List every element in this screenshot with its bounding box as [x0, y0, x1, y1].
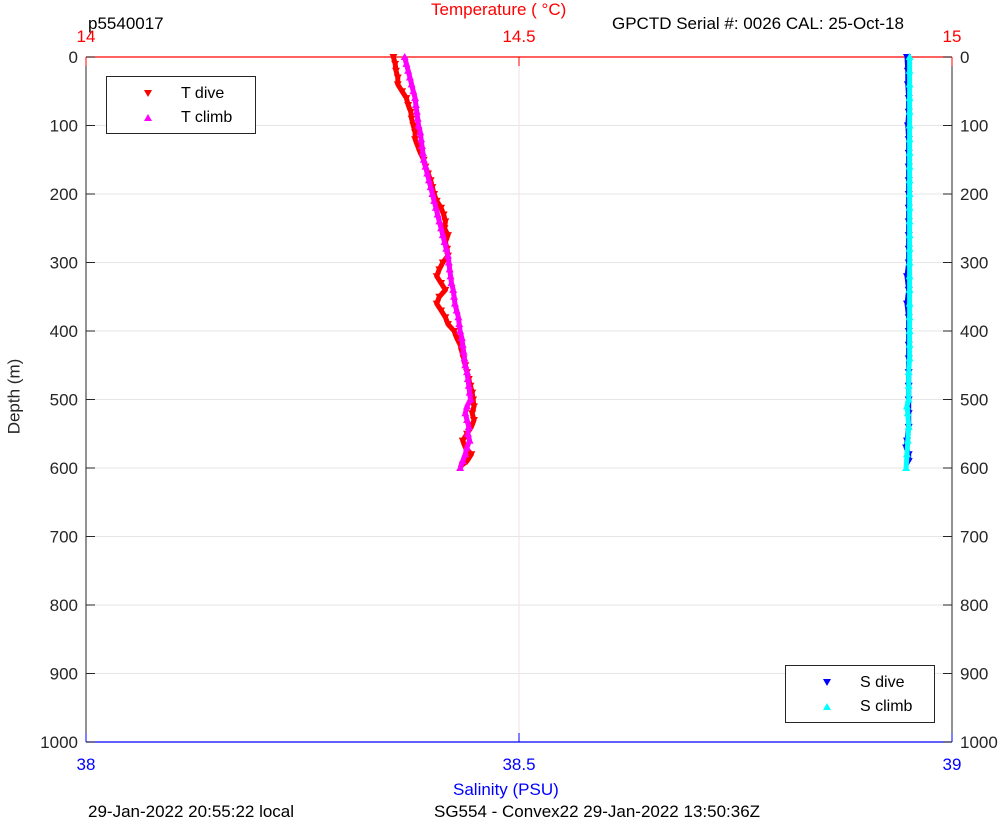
depth-axis-label: Depth (m)	[4, 358, 24, 435]
depth-tick-label-left-100: 100	[50, 117, 78, 136]
depth-tick-label-right-1000: 1000	[960, 733, 998, 752]
temperature-axis-label: Temperature ( °C)	[431, 0, 567, 19]
legend-label-t-dive: T dive	[181, 85, 225, 102]
depth-tick-label-left-700: 700	[50, 528, 78, 547]
temperature-legend: T dive T climb	[106, 76, 256, 134]
depth-tick-label-right-400: 400	[960, 322, 988, 341]
depth-tick-label-right-100: 100	[960, 117, 988, 136]
profile-id: p5540017	[88, 14, 164, 33]
legend-entry-t-dive: T dive	[107, 81, 255, 105]
depth-tick-label-right-300: 300	[960, 254, 988, 273]
legend-label-s-dive: S dive	[860, 674, 905, 691]
legend-label-t-climb: T climb	[181, 109, 233, 126]
depth-tick-label-left-0: 0	[69, 48, 78, 67]
s-dive-marker-icon	[823, 679, 831, 686]
depth-tick-label-right-700: 700	[960, 528, 988, 547]
legend-entry-s-climb: S climb	[786, 694, 934, 718]
salinity-legend: S dive S climb	[785, 665, 935, 723]
depth-tick-label-right-900: 900	[960, 665, 988, 684]
point-t-dive-3	[393, 74, 402, 82]
footer-mission: SG554 - Convex22 29-Jan-2022 13:50:36Z	[434, 802, 761, 821]
footer-local-time: 29-Jan-2022 20:55:22 local	[88, 802, 295, 821]
legend-entry-s-dive: S dive	[786, 670, 934, 694]
depth-tick-label-left-200: 200	[50, 185, 78, 204]
depth-tick-label-left-500: 500	[50, 391, 78, 410]
depth-tick-label-left-300: 300	[50, 254, 78, 273]
legend-entry-t-climb: T climb	[107, 105, 255, 129]
legend-label-s-climb: S climb	[860, 698, 913, 715]
depth-tick-label-left-600: 600	[50, 459, 78, 478]
series-band-t-dive	[390, 56, 477, 467]
sal-tick-label-39: 39	[943, 755, 962, 774]
depth-tick-label-right-0: 0	[960, 48, 969, 67]
depth-tick-label-left-900: 900	[50, 665, 78, 684]
sal-tick-label-38.5: 38.5	[502, 755, 535, 774]
depth-tick-label-right-200: 200	[960, 185, 988, 204]
instrument-info: GPCTD Serial #: 0026 CAL: 25-Oct-18	[612, 14, 904, 33]
depth-tick-label-left-800: 800	[50, 596, 78, 615]
t-dive-marker-icon	[144, 90, 152, 97]
depth-tick-label-right-800: 800	[960, 596, 988, 615]
temp-tick-label-14.5: 14.5	[502, 27, 535, 46]
ctd-profile-chart: 0 0 100 100 200 200 300 300 400 400 500 500 600 600 70…	[0, 0, 1006, 821]
depth-tick-label-right-500: 500	[960, 391, 988, 410]
depth-tick-label-right-600: 600	[960, 459, 988, 478]
temp-tick-label-15: 15	[943, 27, 962, 46]
salinity-axis-label: Salinity (PSU)	[453, 780, 559, 799]
depth-tick-label-left-1000: 1000	[40, 733, 78, 752]
depth-tick-label-left-400: 400	[50, 322, 78, 341]
sal-tick-label-38: 38	[77, 755, 96, 774]
t-climb-marker-icon	[144, 114, 152, 121]
s-climb-marker-icon	[823, 703, 831, 710]
